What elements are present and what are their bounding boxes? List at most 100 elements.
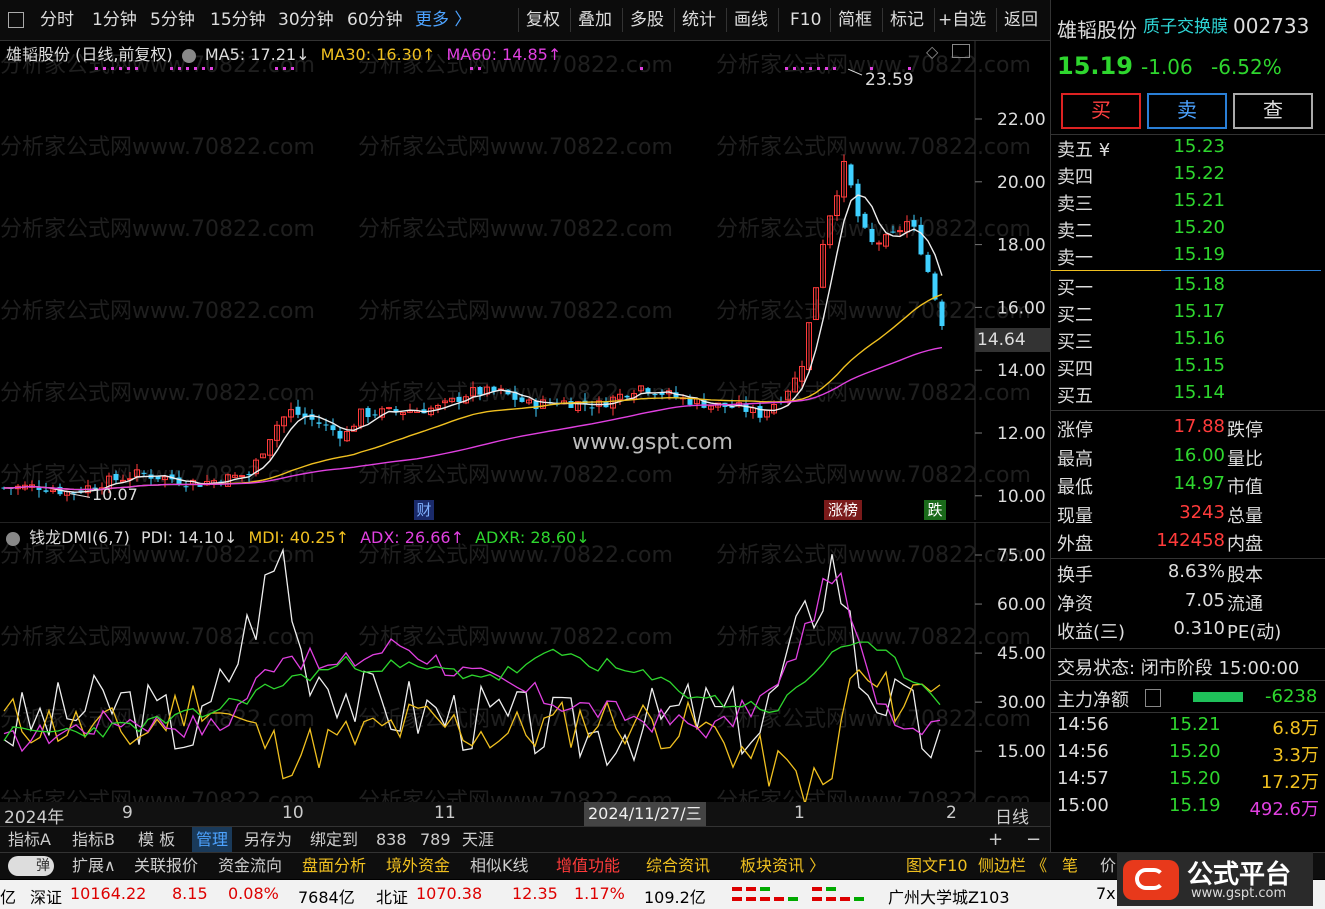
bz-index-change: 12.35: [512, 884, 558, 903]
legend-dropdown-icon[interactable]: [181, 48, 196, 63]
tab-5min[interactable]: 5分钟: [150, 0, 195, 40]
limit-up-marker[interactable]: 涨榜: [824, 500, 862, 520]
stock-name: 雄韬股份: [1057, 18, 1137, 42]
tick-time: 15:00: [1057, 795, 1109, 816]
finance-marker[interactable]: 财: [414, 500, 434, 520]
kline-svg: 分析家公式网www.70822.com 分析家公式网www.70822.com 分析…: [0, 40, 1046, 520]
cursor-date-label: 2024/11/27/三: [584, 802, 706, 826]
add-watchlist-button[interactable]: +自选: [938, 0, 986, 40]
bid-level-row: 买三 15.16: [1051, 328, 1321, 355]
toolbar-toggle-icon[interactable]: [8, 0, 24, 40]
tab-1min[interactable]: 1分钟: [92, 0, 137, 40]
watermark-text: 分析家公式网www.70822.com: [716, 543, 1031, 568]
year-label: 2024年: [4, 808, 65, 828]
bid-level-label: 买五: [1057, 386, 1093, 407]
bz-index-label[interactable]: 北证: [376, 884, 408, 908]
popup-toggle-label: 弹: [36, 858, 50, 874]
ask-level-row: 卖五 ¥ 15.23: [1051, 136, 1321, 163]
query-button[interactable]: 查: [1233, 93, 1313, 129]
month-9-label: 9: [122, 803, 133, 823]
kline-chart[interactable]: 分析家公式网www.70822.com 分析家公式网www.70822.com 分析…: [0, 40, 1051, 520]
adxr-label: ADXR: 28.60↓: [475, 528, 590, 547]
stat-row: 最低 14.97 市值: [1051, 473, 1321, 500]
preset-tianya-tab[interactable]: 天涯: [462, 827, 494, 853]
preset-789-tab[interactable]: 789: [420, 827, 451, 853]
dmi-lines: [3, 547, 941, 807]
tab-30min[interactable]: 30分钟: [278, 0, 334, 40]
stat2-label2: 流通: [1227, 593, 1263, 615]
price-tick-label: 20.00: [997, 173, 1046, 193]
f10-button[interactable]: F10: [790, 0, 821, 40]
price-tick-label: 16.00: [997, 298, 1046, 318]
indicator-b-tab[interactable]: 指标B: [72, 827, 115, 853]
stat-label: 外盘: [1057, 534, 1093, 555]
popup-toggle[interactable]: 弹: [8, 856, 54, 876]
tab-15min[interactable]: 15分钟: [210, 0, 266, 40]
diamond-icon[interactable]: ◇: [926, 42, 938, 61]
pen-tab[interactable]: 笔: [1062, 853, 1078, 879]
trade-status: 交易状态: 闭市阶段 15:00:00: [1057, 658, 1300, 679]
watermark-text: 分析家公式网www.70822.com: [0, 625, 315, 650]
expand-button[interactable]: 扩展∧: [72, 853, 116, 879]
dmi-tick-label: 60.00: [997, 595, 1046, 615]
tick-time: 14:57: [1057, 768, 1109, 789]
foreign-funds-tab[interactable]: 境外资金: [386, 853, 450, 879]
mark-button[interactable]: 标记: [890, 0, 924, 40]
chart-title: 雄韬股份 (日线,前复权): [6, 45, 173, 64]
bid-level-row: 买五 15.14: [1051, 382, 1321, 409]
price-tick-label: 22.00: [997, 110, 1046, 130]
tick-list: 14:56 15.21 6.8万 14:56 15.20 3.3万 14:57 15.20 17…: [1051, 714, 1325, 826]
stat2-value: 7.05: [1184, 589, 1225, 611]
panel-toggle-icon[interactable]: [952, 44, 970, 58]
f10-graphic-tab[interactable]: 图文F10: [906, 853, 968, 879]
buy-button[interactable]: 买: [1061, 93, 1141, 129]
price-tick-label: 10.00: [997, 487, 1046, 507]
zoom-out-icon[interactable]: −: [1026, 827, 1041, 853]
tick-price: 15.19: [1169, 795, 1221, 816]
concept-tag[interactable]: 质子交换膜: [1143, 12, 1228, 37]
tab-more[interactable]: 更多 〉: [415, 0, 471, 40]
sz-index-label[interactable]: 深证: [30, 884, 62, 908]
save-as-tab[interactable]: 另存为: [244, 827, 292, 853]
preset-838-tab[interactable]: 838: [376, 827, 407, 853]
bid-level-label: 买四: [1057, 359, 1093, 380]
tab-fenshi[interactable]: 分时: [40, 0, 74, 40]
indicator-a-tab[interactable]: 指标A: [8, 827, 51, 853]
value-added-tab[interactable]: 增值功能: [556, 853, 620, 879]
price-tab[interactable]: 价: [1100, 853, 1116, 879]
fuquan-button[interactable]: 复权: [526, 0, 560, 40]
sector-news-tab[interactable]: 板块资讯 〉: [740, 853, 825, 879]
news-tab[interactable]: 综合资讯: [646, 853, 710, 879]
tick-row: 14:56 15.20 3.3万: [1051, 741, 1321, 768]
bind-to-tab[interactable]: 绑定到: [310, 827, 358, 853]
simple-frame-button[interactable]: 简框: [838, 0, 872, 40]
sidebar-tab[interactable]: 侧边栏 《: [978, 853, 1047, 879]
multi-stock-button[interactable]: 多股: [630, 0, 664, 40]
tab-60min[interactable]: 60分钟: [347, 0, 403, 40]
pdi-label: PDI: 14.10↓: [140, 528, 238, 547]
dmi-dropdown-icon[interactable]: [6, 531, 20, 546]
stat-row: 外盘 142458 内盘: [1051, 530, 1321, 557]
watermark-text: 分析家公式网www.70822.com: [0, 381, 315, 406]
main-flow-icon[interactable]: [1145, 689, 1161, 707]
overlay-button[interactable]: 叠加: [578, 0, 612, 40]
stats-button[interactable]: 统计: [682, 0, 716, 40]
dmi-chart[interactable]: 分析家公式网www.70822.com 分析家公式网www.70822.com 分析…: [0, 521, 1050, 814]
watermark-text: 分析家公式网www.70822.com: [358, 135, 673, 160]
back-button[interactable]: 返回: [1004, 0, 1038, 40]
sell-button[interactable]: 卖: [1147, 93, 1227, 129]
market-analysis-tab[interactable]: 盘面分析: [302, 853, 366, 879]
ask-level-value: 15.22: [1173, 163, 1225, 184]
watermark-text: 分析家公式网www.70822.com: [0, 299, 315, 324]
template-tab[interactable]: 模 板: [138, 827, 175, 853]
drop-marker[interactable]: 跌: [924, 500, 946, 520]
manage-tab[interactable]: 管理: [192, 827, 233, 853]
zoom-in-icon[interactable]: +: [988, 827, 1003, 853]
server-location[interactable]: 广州大学城Z103: [888, 884, 1010, 908]
similar-kline-tab[interactable]: 相似K线: [470, 853, 529, 879]
period-label: 日线: [995, 808, 1029, 828]
related-quotes-tab[interactable]: 关联报价: [134, 853, 198, 879]
draw-line-button[interactable]: 画线: [734, 0, 768, 40]
tick-time: 14:56: [1057, 714, 1109, 735]
fund-flow-tab[interactable]: 资金流向: [218, 853, 282, 879]
